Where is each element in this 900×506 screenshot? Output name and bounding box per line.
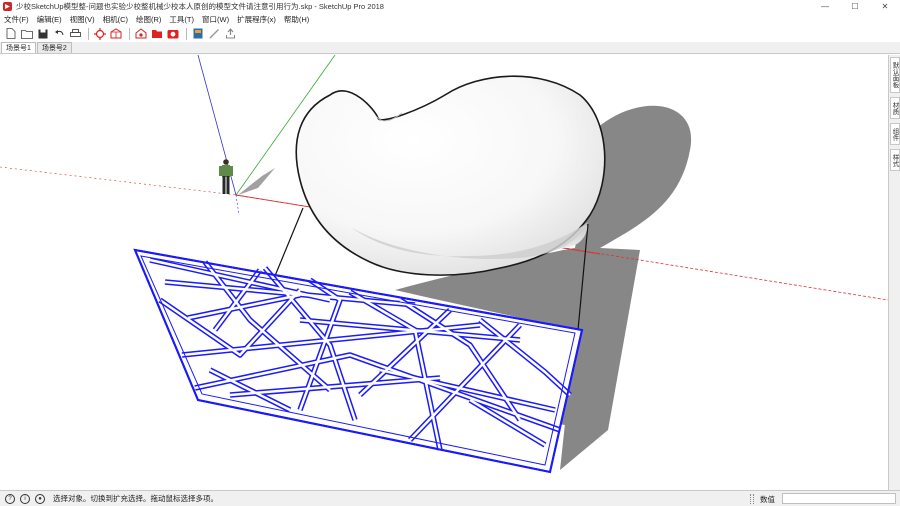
menu-draw[interactable]: 绘图(R) [132, 14, 165, 25]
credits-icon[interactable]: i [20, 493, 30, 504]
menu-window[interactable]: 窗口(W) [198, 14, 233, 25]
standard-toolbar [0, 25, 900, 42]
window-controls: — ☐ ✕ [810, 0, 900, 13]
default-tray: 默认面板 材质 组件 样式 [888, 55, 900, 490]
extension-warehouse-icon[interactable] [150, 27, 164, 41]
toolbar-separator [88, 27, 89, 40]
geo-location-icon[interactable]: ? [5, 493, 15, 504]
component-icon[interactable] [109, 27, 123, 41]
menu-bar: 文件(F) 编辑(E) 视图(V) 相机(C) 绘图(R) 工具(T) 窗口(W… [0, 13, 900, 25]
minimize-button[interactable]: — [810, 0, 840, 13]
status-grip [750, 494, 754, 504]
status-message: 选择对象。切换到扩充选择。拖动鼠标选择多项。 [53, 494, 218, 503]
menu-edit[interactable]: 编辑(E) [33, 14, 66, 25]
style-builder-icon[interactable] [207, 27, 221, 41]
tray-tab-styles[interactable]: 样式 [890, 149, 900, 171]
new-file-icon[interactable] [4, 27, 18, 41]
status-bar: ? i ● 选择对象。切换到扩充选择。拖动鼠标选择多项。 数值 [0, 490, 900, 506]
scene-tab-2[interactable]: 场景号2 [36, 42, 72, 53]
open-file-icon[interactable] [20, 27, 34, 41]
title-bar: 少校SketchUp模型整-问题也实验少校整机械少校本人原创的模型文件请注意引用… [0, 0, 900, 13]
scene-tab-1[interactable]: 场景号1 [1, 42, 36, 53]
scene-tabs: 场景号1 场景号2 [0, 42, 900, 54]
share-icon[interactable] [223, 27, 237, 41]
sketchup-logo-icon [3, 2, 12, 11]
warehouse-icon[interactable] [134, 27, 148, 41]
save-icon[interactable] [36, 27, 50, 41]
window-title: 少校SketchUp模型整-问题也实验少校整机械少校本人原创的模型文件请注意引用… [16, 2, 384, 11]
measurements-input[interactable] [782, 493, 896, 504]
camera-icon[interactable] [166, 27, 180, 41]
user-account-icon[interactable]: ● [35, 493, 45, 504]
menu-camera[interactable]: 相机(C) [99, 14, 132, 25]
measurements-label: 数值 [760, 495, 775, 504]
menu-extensions[interactable]: 扩展程序(x) [233, 14, 280, 25]
menu-help[interactable]: 帮助(H) [280, 14, 313, 25]
red-axis-negative [0, 166, 237, 196]
blob-sculpture[interactable] [295, 75, 606, 276]
toolbar-separator [129, 27, 130, 40]
modeling-viewport[interactable] [0, 55, 888, 490]
tray-tab-materials[interactable]: 材质 [890, 97, 900, 119]
blue-axis-dashed [235, 194, 240, 216]
undo-icon[interactable] [52, 27, 66, 41]
tray-tab-components[interactable]: 组件 [890, 123, 900, 145]
maximize-button[interactable]: ☐ [840, 0, 870, 13]
print-icon[interactable] [68, 27, 82, 41]
menu-file[interactable]: 文件(F) [0, 14, 33, 25]
model-info-icon[interactable] [93, 27, 107, 41]
menu-view[interactable]: 视图(V) [66, 14, 99, 25]
menu-tools[interactable]: 工具(T) [165, 14, 198, 25]
viewport-canvas[interactable] [0, 55, 888, 490]
tray-tab-default[interactable]: 默认面板 [890, 57, 900, 93]
layout-icon[interactable] [191, 27, 205, 41]
close-button[interactable]: ✕ [870, 0, 900, 13]
toolbar-separator [186, 27, 187, 40]
